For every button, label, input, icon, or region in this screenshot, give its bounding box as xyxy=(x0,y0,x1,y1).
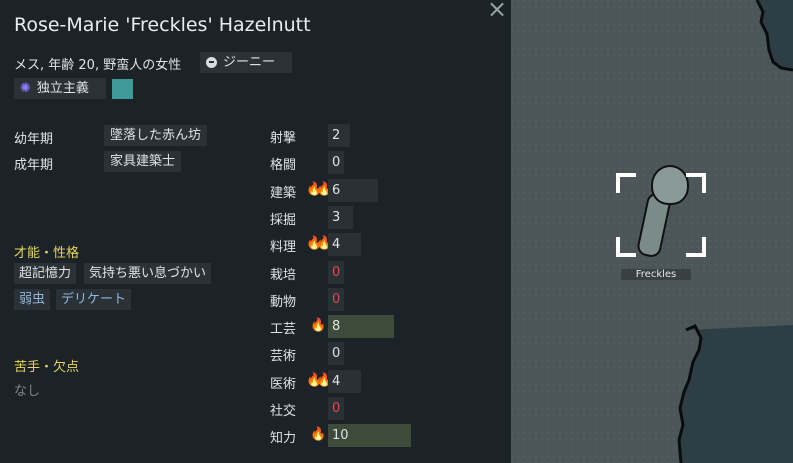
trait-chip[interactable]: 超記憶力 xyxy=(14,263,77,284)
ideology-label: 独立主義 xyxy=(36,81,89,96)
skill-name: 射撃 xyxy=(270,131,297,146)
skill-level-value: 6 xyxy=(332,182,341,198)
childhood-label: 幼年期 xyxy=(14,132,54,147)
skill-name: 栽培 xyxy=(270,267,297,283)
skill-level-value: 4 xyxy=(332,373,341,389)
skill-level-value: 4 xyxy=(332,237,341,253)
skill-level-value: 0 xyxy=(332,346,341,362)
skill-row[interactable]: 動物 0 xyxy=(270,287,440,311)
faction-chip[interactable]: ジーニー xyxy=(200,52,292,73)
trait-chip[interactable]: 気持ち悪い息づかい xyxy=(84,263,212,284)
skill-level-value: 2 xyxy=(332,128,341,143)
skill-row[interactable]: 射撃 2 xyxy=(270,124,440,147)
skill-level-value: 0 xyxy=(332,264,341,280)
adulthood-label: 成年期 xyxy=(14,158,54,173)
skill-row[interactable]: 採掘 3 xyxy=(270,205,440,229)
skill-name: 動物 xyxy=(270,294,297,310)
skill-name: 社交 xyxy=(270,404,297,419)
favorite-color-swatch xyxy=(112,79,133,99)
traits-heading: 才能・性格 xyxy=(14,246,80,261)
map-view[interactable]: Freckles xyxy=(511,0,793,463)
skill-row[interactable]: 工芸 🔥 8 xyxy=(270,315,440,339)
skill-level-value: 0 xyxy=(332,291,341,307)
skill-row[interactable]: 格闘 0 xyxy=(270,151,440,175)
pawn-map-label: Freckles xyxy=(621,269,691,280)
skill-level-value: 8 xyxy=(332,319,341,335)
skill-row[interactable]: 医術🔥4 xyxy=(270,369,440,393)
skill-name: 芸術 xyxy=(270,349,297,365)
skill-row[interactable]: 芸術 0 xyxy=(270,342,440,366)
skill-level-value: 0 xyxy=(332,401,341,416)
selection-bracket[interactable] xyxy=(616,173,706,257)
skill-name: 料理 xyxy=(270,240,297,256)
trait-chip[interactable]: デリケート xyxy=(56,289,132,310)
minor-passion-icon: 🔥 xyxy=(310,427,327,443)
skill-name: 建築 xyxy=(270,185,297,201)
trait-chip[interactable]: 弱虫 xyxy=(14,289,51,310)
ideology-icon: ✺ xyxy=(20,81,31,96)
character-panel: × Rose-Marie 'Freckles' Hazelnutt メス, 年齢… xyxy=(0,0,511,463)
skill-level-value: 3 xyxy=(332,209,341,225)
pawn-name: Rose-Marie 'Freckles' Hazelnutt xyxy=(14,14,311,36)
skill-level-value: 10 xyxy=(332,428,349,444)
skill-name: 工芸 xyxy=(270,322,297,338)
skill-level-value: 0 xyxy=(332,155,341,171)
faction-label: ジーニー xyxy=(223,55,276,70)
skill-name: 知力 xyxy=(270,431,297,447)
skill-name: 採掘 xyxy=(270,212,297,228)
skill-row[interactable]: 料理🔥4 xyxy=(270,233,440,257)
close-icon[interactable]: × xyxy=(486,0,508,21)
adulthood-backstory-chip[interactable]: 家具建築士 xyxy=(104,151,182,172)
pawn-description: メス, 年齢 20, 野蛮人の女性 xyxy=(14,58,182,73)
skill-row[interactable]: 知力 🔥 10 xyxy=(270,424,440,448)
skill-row[interactable]: 建築🔥6 xyxy=(270,178,440,202)
skill-row[interactable]: 社交 0 xyxy=(270,397,440,420)
skill-name: 格闘 xyxy=(270,158,297,174)
incapable-heading: 苦手・欠点 xyxy=(14,360,80,375)
skill-name: 医術 xyxy=(270,376,297,392)
skill-row[interactable]: 栽培 0 xyxy=(270,260,440,284)
incapable-none: なし xyxy=(14,384,41,399)
childhood-backstory-chip[interactable]: 墜落した赤ん坊 xyxy=(104,125,208,146)
ideology-chip[interactable]: ✺ 独立主義 xyxy=(14,78,106,99)
skull-icon xyxy=(206,57,217,68)
minor-passion-icon: 🔥 xyxy=(310,318,327,334)
